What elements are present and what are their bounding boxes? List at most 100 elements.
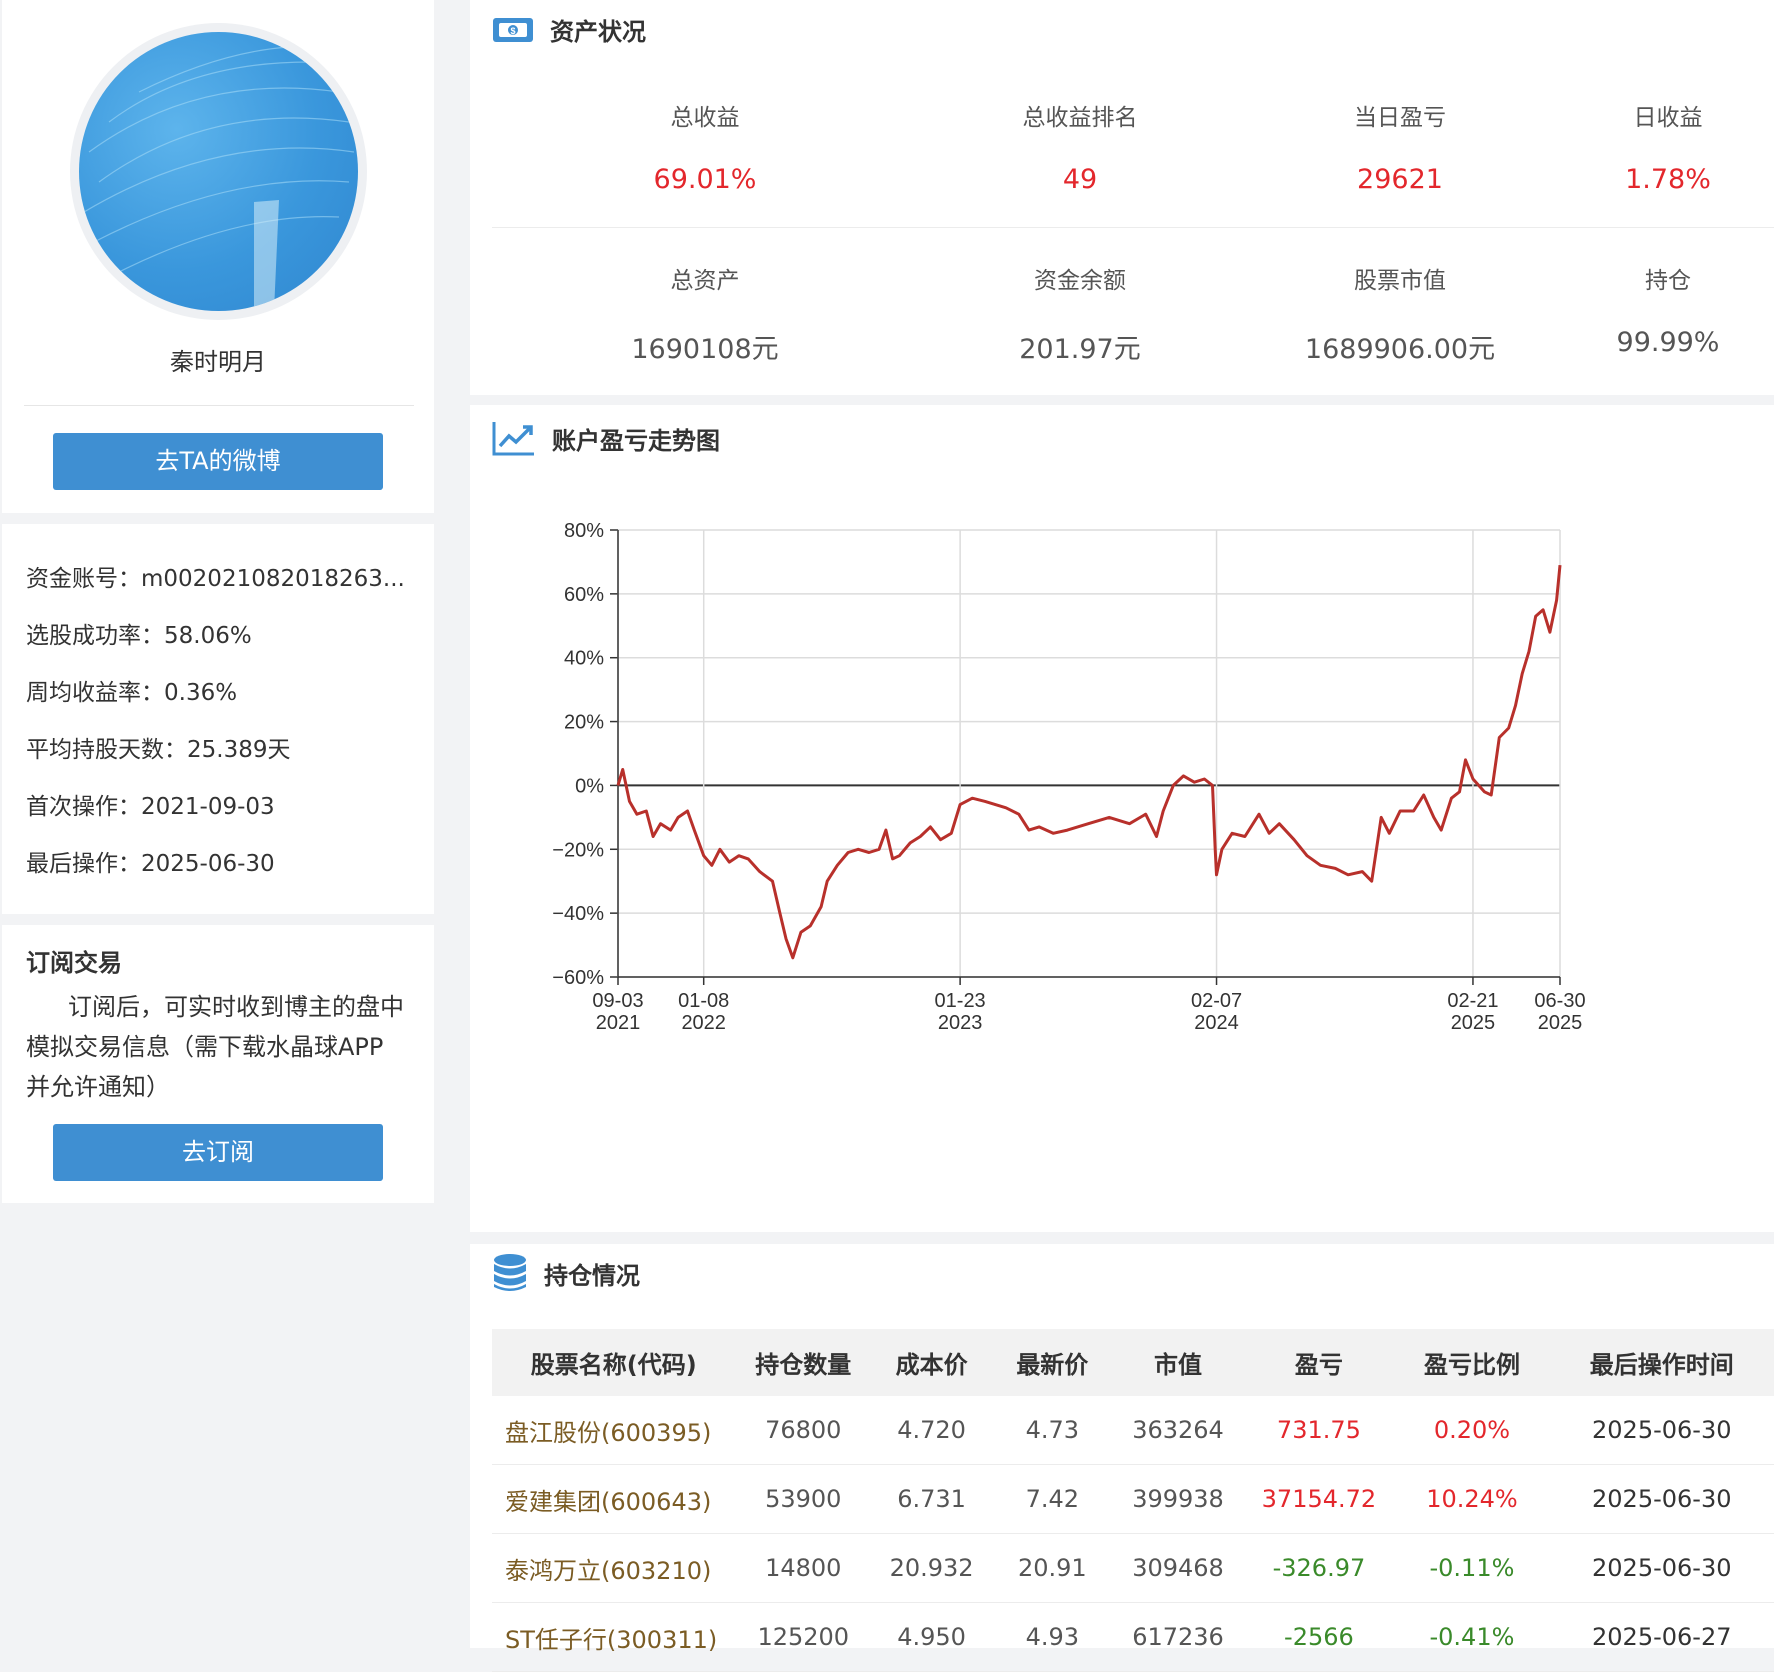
avg-hold-days: 平均持股天数：25.389天: [26, 737, 291, 763]
y-tick-label: 60%: [564, 584, 604, 606]
y-tick-label: 20%: [564, 712, 604, 734]
x-tick-label: 02-07: [1191, 990, 1242, 1012]
table-row[interactable]: 爱建集团(600643) 53900 6.731 7.42 399938 37154.72…: [492, 1464, 1774, 1534]
asset-label: 总收益: [670, 105, 740, 131]
stock-name-link[interactable]: 盘江股份(600395): [492, 1396, 736, 1465]
cost-cell: 4.720: [871, 1396, 993, 1465]
x-tick-label: 01-08: [678, 990, 729, 1012]
pnl-ratio-cell: 10.24%: [1394, 1464, 1550, 1534]
table-row[interactable]: ST任子行(300311) 125200 4.950 4.93 617236 -2566-…: [492, 1602, 1774, 1672]
divider: [492, 227, 1774, 228]
price-cell: 20.91: [992, 1533, 1113, 1603]
nickname: 秦时明月: [170, 348, 266, 376]
column-header[interactable]: 股票名称(代码): [492, 1329, 736, 1396]
asset-value: 1.78%: [1625, 164, 1711, 195]
cost-cell: 20.932: [871, 1533, 993, 1603]
asset-value: 201.97元: [1019, 334, 1141, 365]
success-rate: 选股成功率：58.06%: [26, 623, 252, 649]
subscribe-title: 订阅交易: [26, 949, 122, 977]
quantity-cell: 14800: [735, 1533, 872, 1603]
x-tick-label: 09-03: [592, 990, 643, 1012]
y-tick-label: 40%: [564, 648, 604, 670]
quantity-cell: 125200: [735, 1602, 872, 1672]
y-tick-label: 80%: [564, 520, 604, 542]
x-tick-label: 06-30: [1534, 990, 1585, 1012]
stock-name-link[interactable]: 泰鸿万立(603210): [492, 1533, 736, 1603]
column-header[interactable]: 持仓数量: [735, 1329, 872, 1396]
x-tick-label: 01-23: [935, 990, 986, 1012]
last-op-date-cell: 2025-06-30: [1549, 1396, 1774, 1465]
svg-text:$: $: [510, 26, 515, 36]
asset-value: 69.01%: [653, 164, 757, 195]
quantity-cell: 53900: [735, 1464, 872, 1534]
asset-value: 1689906.00元: [1304, 334, 1496, 365]
profile-card: 秦时明月 去TA的微博: [2, 0, 434, 513]
cost-cell: 4.950: [871, 1602, 993, 1672]
price-cell: 4.93: [992, 1602, 1113, 1672]
x-tick-year-label: 2021: [596, 1012, 641, 1034]
subscribe-button[interactable]: 去订阅: [53, 1124, 383, 1181]
account-id: 资金账号：m002021082018263...: [26, 566, 405, 592]
asset-cell: 日收益 1.78%: [1518, 98, 1774, 195]
market-value-cell: 399938: [1112, 1464, 1244, 1534]
first-operation: 首次操作：2021-09-03: [26, 794, 275, 820]
line-chart-icon: [492, 422, 534, 456]
y-tick-label: −60%: [552, 967, 604, 989]
asset-cell: 总收益 69.01%: [555, 98, 855, 195]
pnl-ratio-cell: -0.11%: [1394, 1533, 1550, 1603]
column-header[interactable]: 最新价: [992, 1329, 1113, 1396]
x-tick-year-label: 2025: [1538, 1012, 1583, 1034]
pnl-ratio-cell: 0.20%: [1394, 1396, 1550, 1465]
asset-cell: 总收益排名 49: [930, 98, 1230, 195]
holdings-header: 持仓情况: [492, 1253, 640, 1293]
asset-label: 总资产: [670, 268, 740, 294]
column-header[interactable]: 市值: [1112, 1329, 1244, 1396]
y-tick-label: −40%: [552, 903, 604, 925]
pnl-cell: -2566: [1243, 1602, 1395, 1672]
cost-cell: 6.731: [871, 1464, 993, 1534]
asset-label: 日收益: [1633, 105, 1703, 131]
weibo-button[interactable]: 去TA的微博: [53, 433, 383, 490]
market-value-cell: 363264: [1112, 1396, 1244, 1465]
last-op-date-cell: 2025-06-30: [1549, 1464, 1774, 1534]
stock-name-link[interactable]: 爱建集团(600643): [492, 1464, 736, 1534]
asset-value: 1690108元: [631, 334, 779, 365]
table-row[interactable]: 盘江股份(600395) 76800 4.720 4.73 363264 731.75 0.…: [492, 1396, 1774, 1465]
pnl-trend-chart: 80% 60% 40% 20% 0% −20% −40% −60%09-032021 01-08…: [552, 520, 1585, 1034]
price-cell: 4.73: [992, 1396, 1113, 1465]
y-tick-label: 0%: [575, 775, 604, 797]
trend-title: 账户盈亏走势图: [552, 426, 720, 455]
column-header[interactable]: 盈亏: [1243, 1329, 1395, 1396]
column-header[interactable]: 成本价: [871, 1329, 993, 1396]
price-cell: 7.42: [992, 1464, 1113, 1534]
divider: [24, 405, 414, 406]
column-header[interactable]: 最后操作时间: [1549, 1329, 1774, 1396]
asset-cell: 持仓 99.99%: [1518, 261, 1774, 358]
table-row[interactable]: 泰鸿万立(603210) 14800 20.932 20.91 309468 -326.9…: [492, 1533, 1774, 1603]
column-header[interactable]: 盈亏比例: [1394, 1329, 1550, 1396]
money-icon: $: [493, 17, 533, 42]
asset-label: 持仓: [1645, 268, 1691, 294]
pnl-ratio-cell: -0.41%: [1394, 1602, 1550, 1672]
pnl-cell: 37154.72: [1243, 1464, 1395, 1534]
assets-title: 资产状况: [550, 18, 646, 46]
stats-card: 资金账号：m002021082018263... 选股成功率：58.06% 周均…: [2, 524, 434, 914]
stock-name-link[interactable]: ST任子行(300311): [492, 1602, 736, 1672]
asset-cell: 资金余额 201.97元: [930, 261, 1230, 366]
market-value-cell: 617236: [1112, 1602, 1244, 1672]
x-tick-year-label: 2022: [681, 1012, 726, 1034]
asset-cell: 当日盈亏 29621: [1250, 98, 1550, 195]
asset-value: 29621: [1357, 164, 1443, 195]
pnl-cell: 731.75: [1243, 1396, 1395, 1465]
assets-panel: $ 资产状况 总收益 69.01% 总收益排名 49 当日盈亏 29621 日收益 1.78%…: [470, 0, 1774, 395]
subscribe-card: 订阅交易 订阅后，可实时收到博主的盘中模拟交易信息（需下载水晶球APP并允许通知…: [2, 925, 434, 1203]
asset-label: 资金余额: [1034, 268, 1126, 294]
asset-label: 股票市值: [1354, 268, 1446, 294]
trend-header: 账户盈亏走势图: [492, 420, 720, 456]
x-tick-year-label: 2025: [1451, 1012, 1496, 1034]
last-op-date-cell: 2025-06-30: [1549, 1533, 1774, 1603]
assets-header: $ 资产状况: [492, 12, 646, 47]
subscribe-description: 订阅后，可实时收到博主的盘中模拟交易信息（需下载水晶球APP并允许通知）: [26, 993, 404, 1101]
avatar[interactable]: [70, 23, 367, 320]
holdings-title: 持仓情况: [544, 1261, 640, 1290]
